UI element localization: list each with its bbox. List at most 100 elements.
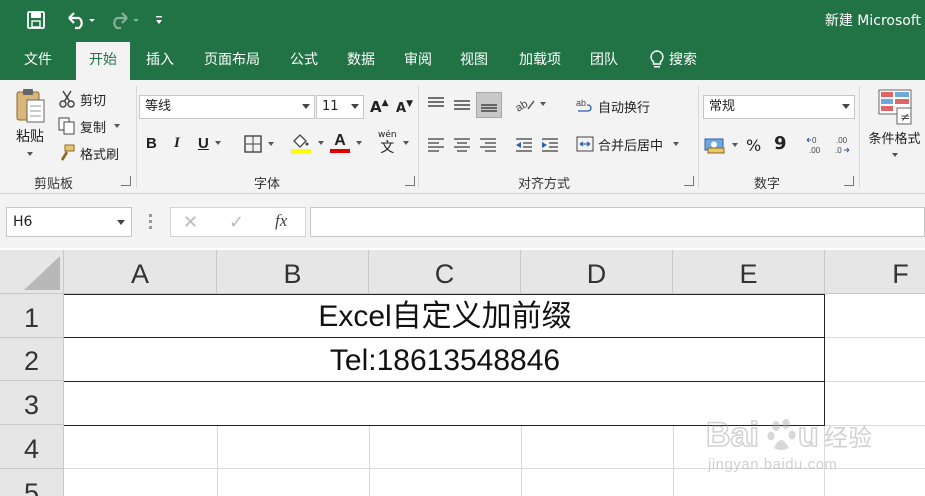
tab-team[interactable]: 团队: [580, 40, 628, 80]
group-separator: [418, 86, 419, 188]
wrap-text-button[interactable]: ab 自动换行: [576, 95, 650, 117]
gridline: [825, 337, 925, 338]
paste-button[interactable]: 粘贴: [6, 86, 54, 166]
tab-view[interactable]: 视图: [450, 40, 498, 80]
cut-label: 剪切: [80, 93, 107, 109]
align-center-button[interactable]: [452, 135, 474, 155]
font-size-combo[interactable]: 11: [316, 95, 364, 119]
column-header-d[interactable]: D: [521, 250, 673, 294]
select-all-triangle-icon: [24, 256, 60, 290]
copy-icon: [58, 117, 75, 135]
group-separator: [698, 86, 699, 188]
increase-indent-button[interactable]: [540, 135, 562, 155]
svg-text:.00: .00: [836, 136, 848, 145]
tab-review[interactable]: 审阅: [394, 40, 442, 80]
tell-me-label: 搜索: [669, 52, 697, 68]
column-header-a[interactable]: A: [64, 250, 217, 294]
tab-data[interactable]: 数据: [336, 40, 386, 80]
number-format-combo[interactable]: 常规: [703, 95, 855, 119]
tab-add-ins[interactable]: 加载项: [508, 40, 572, 80]
paste-dropdown-icon: [27, 152, 33, 156]
font-size-dropdown-icon: [351, 104, 359, 109]
borders-button[interactable]: [244, 134, 274, 154]
grow-font-button[interactable]: A ▲: [370, 97, 389, 117]
orientation-button[interactable]: ab: [514, 94, 546, 114]
cut-button[interactable]: 剪切: [58, 88, 106, 110]
decrease-indent-button[interactable]: [514, 135, 536, 155]
insert-function-button[interactable]: fx: [275, 211, 287, 231]
align-middle-icon: [454, 100, 470, 110]
clipboard-launcher-icon[interactable]: [121, 176, 131, 186]
customize-icon: [156, 16, 162, 24]
watermark-url: jingyan.baidu.com: [708, 456, 838, 473]
align-middle-button[interactable]: [452, 94, 474, 114]
copy-label: 复制: [80, 120, 107, 136]
paintbrush-icon: [61, 144, 75, 161]
name-box[interactable]: H6: [6, 207, 132, 237]
percent-style-button[interactable]: %: [746, 134, 761, 156]
shrink-font-button[interactable]: A ▼: [396, 99, 413, 117]
number-launcher-icon[interactable]: [844, 176, 854, 186]
phonetic-button[interactable]: wén 文: [378, 130, 409, 156]
align-left-button[interactable]: [426, 135, 448, 155]
merge-center-button[interactable]: 合并后居中: [576, 133, 680, 155]
tab-file[interactable]: 文件: [10, 40, 66, 80]
undo-icon: [68, 12, 95, 30]
formula-bar: H6 ✕ ✓ fx: [0, 194, 925, 248]
column-header-c[interactable]: C: [369, 250, 521, 294]
undo-button[interactable]: [60, 8, 100, 32]
row-header-3[interactable]: 3: [0, 381, 64, 425]
font-launcher-icon[interactable]: [405, 176, 415, 186]
alignment-launcher-icon[interactable]: [684, 176, 694, 186]
tab-insert[interactable]: 插入: [136, 40, 184, 80]
accounting-dropdown-icon: [732, 143, 738, 147]
number-format-dropdown-icon: [842, 104, 850, 109]
select-all-button[interactable]: [0, 250, 64, 294]
font-color-glyph: A: [330, 133, 350, 153]
redo-icon: [113, 12, 139, 30]
redo-button[interactable]: [104, 8, 144, 32]
font-color-button[interactable]: A: [330, 132, 362, 154]
column-header-e[interactable]: E: [673, 250, 825, 294]
save-button[interactable]: [22, 8, 50, 32]
orientation-dropdown-icon: [540, 102, 546, 106]
borders-icon: [244, 135, 262, 153]
conditional-formatting-button[interactable]: ≠ 条件格式: [864, 88, 925, 168]
align-top-button[interactable]: [426, 94, 448, 114]
format-painter-button[interactable]: 格式刷: [58, 142, 119, 164]
fill-color-button[interactable]: [290, 132, 324, 154]
italic-button[interactable]: I: [174, 133, 190, 153]
comma-style-button[interactable]: 9: [774, 132, 787, 154]
decrease-decimal-button[interactable]: .00.0: [832, 133, 852, 157]
font-color-swatch: [330, 149, 350, 153]
tab-formulas[interactable]: 公式: [280, 40, 328, 80]
bold-button[interactable]: B: [146, 133, 162, 153]
baidu-watermark: Bai u 经验 jingyan.baidu.com: [705, 412, 886, 482]
accounting-format-button[interactable]: [704, 134, 738, 156]
number-group-label: 数字: [754, 177, 781, 192]
svg-text:Bai: Bai: [706, 416, 759, 454]
customize-quick-access-button[interactable]: [150, 8, 168, 32]
scissors-icon: [59, 90, 75, 108]
row-header-4[interactable]: 4: [0, 425, 64, 469]
underline-button[interactable]: U: [198, 133, 221, 153]
column-header-b[interactable]: B: [217, 250, 369, 294]
tab-home[interactable]: 开始: [76, 42, 130, 80]
font-size-value: 11: [322, 99, 339, 114]
copy-button[interactable]: 复制: [58, 115, 121, 137]
row-header-1[interactable]: 1: [0, 294, 64, 338]
formula-input[interactable]: [310, 207, 925, 237]
formula-bar-grip-icon[interactable]: [149, 214, 152, 230]
enter-icon[interactable]: ✓: [229, 212, 244, 233]
column-header-f[interactable]: F: [825, 250, 925, 294]
increase-decimal-button[interactable]: 0.00: [806, 133, 826, 157]
tell-me-search[interactable]: 搜索: [640, 40, 706, 80]
tab-page-layout[interactable]: 页面布局: [192, 40, 272, 80]
row-header-5[interactable]: 5: [0, 469, 64, 496]
group-separator: [859, 86, 860, 188]
row-header-2[interactable]: 2: [0, 338, 64, 381]
cancel-icon[interactable]: ✕: [183, 212, 198, 233]
align-bottom-button[interactable]: [476, 92, 502, 118]
font-name-combo[interactable]: 等线: [139, 95, 315, 119]
align-right-button[interactable]: [478, 135, 500, 155]
